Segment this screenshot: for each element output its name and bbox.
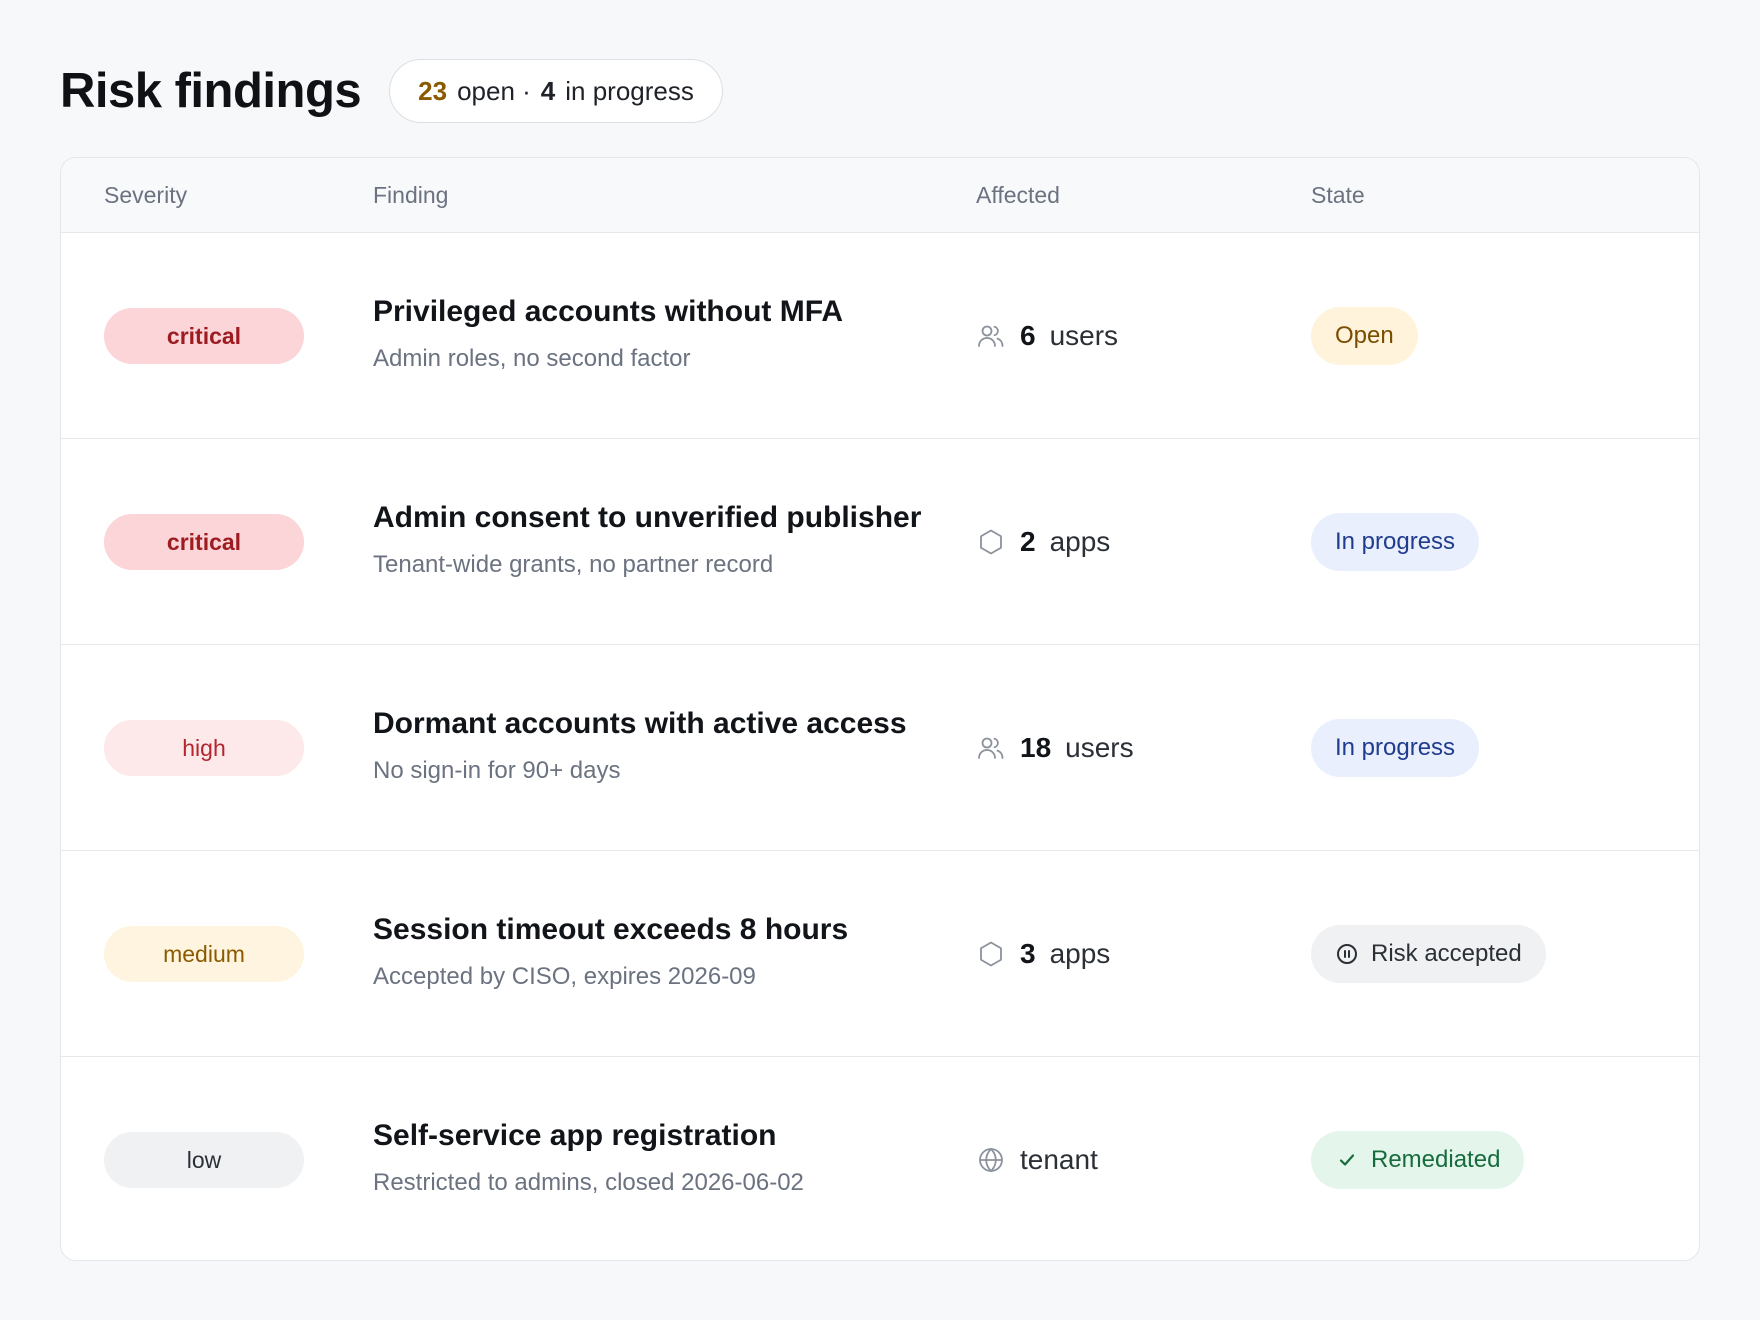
finding-title[interactable]: Session timeout exceeds 8 hours [373, 913, 933, 947]
state-label: Open [1335, 322, 1394, 349]
state-label: Remediated [1371, 1146, 1501, 1173]
severity-badge: low [104, 1132, 304, 1188]
affected-count: 18 [1020, 732, 1052, 763]
table-row[interactable]: high Dormant accounts with active access… [61, 645, 1699, 851]
severity-badge: critical [104, 308, 304, 364]
pause-circle-icon [1335, 942, 1359, 966]
finding-title[interactable]: Privileged accounts without MFA [373, 295, 933, 329]
globe-icon [976, 1145, 1006, 1175]
severity-badge: critical [104, 514, 304, 570]
page-title: Risk findings [60, 64, 362, 118]
state-badge[interactable]: Open [1311, 307, 1418, 365]
column-header-affected[interactable]: Affected [976, 158, 1060, 232]
finding-description: Accepted by CISO, expires 2026-09 [373, 963, 756, 990]
affected-count: 6 [1020, 320, 1036, 351]
in-progress-label: in progress [565, 75, 694, 106]
state-badge[interactable]: Risk accepted [1311, 925, 1546, 983]
app-hexagon-icon [976, 527, 1006, 557]
open-label: open · [457, 75, 531, 106]
affected-count: 3 [1020, 938, 1036, 969]
severity-badge: high [104, 720, 304, 776]
state-badge[interactable]: In progress [1311, 513, 1480, 571]
findings-table: Severity Finding Affected State critical… [60, 157, 1700, 1261]
findings-summary-badge: 23 open · 4 in progress [389, 59, 723, 123]
affected-cell: 3 apps [976, 931, 1110, 977]
open-count: 23 [418, 75, 448, 106]
finding-title[interactable]: Admin consent to unverified publisher [373, 501, 933, 535]
check-icon [1335, 1148, 1359, 1172]
affected-count: 2 [1020, 526, 1036, 557]
table-row[interactable]: medium Session timeout exceeds 8 hours A… [61, 851, 1699, 1057]
state-label: In progress [1335, 528, 1456, 555]
affected-cell: 6 users [976, 313, 1118, 359]
affected-unit: users [1049, 320, 1119, 351]
app-hexagon-icon [976, 939, 1006, 969]
table-row[interactable]: critical Admin consent to unverified pub… [61, 439, 1699, 645]
column-header-severity[interactable]: Severity [104, 158, 187, 232]
finding-title[interactable]: Self-service app registration [373, 1119, 933, 1153]
state-label: In progress [1335, 734, 1456, 761]
finding-description: Restricted to admins, closed 2026-06-02 [373, 1169, 804, 1196]
state-label: Risk accepted [1371, 940, 1522, 967]
finding-description: Admin roles, no second factor [373, 345, 691, 372]
table-row[interactable]: low Self-service app registration Restri… [61, 1057, 1699, 1260]
affected-cell: tenant [976, 1137, 1098, 1183]
state-badge[interactable]: In progress [1311, 719, 1480, 777]
page-header: Risk findings 23 open · 4 in progress [60, 58, 723, 124]
table-header: Severity Finding Affected State [61, 158, 1699, 233]
column-header-state[interactable]: State [1311, 158, 1365, 232]
affected-cell: 18 users [976, 725, 1134, 771]
state-badge[interactable]: Remediated [1311, 1131, 1525, 1189]
severity-badge: medium [104, 926, 304, 982]
table-row[interactable]: critical Privileged accounts without MFA… [61, 233, 1699, 439]
column-header-finding[interactable]: Finding [373, 158, 448, 232]
in-progress-count: 4 [540, 75, 556, 106]
users-icon [976, 321, 1006, 351]
finding-title[interactable]: Dormant accounts with active access [373, 707, 933, 741]
affected-unit: tenant [1020, 1144, 1098, 1175]
finding-description: Tenant-wide grants, no partner record [373, 551, 774, 578]
affected-unit: apps [1049, 526, 1111, 557]
finding-description: No sign-in for 90+ days [373, 757, 621, 784]
affected-cell: 2 apps [976, 519, 1110, 565]
affected-unit: apps [1049, 938, 1111, 969]
affected-unit: users [1065, 732, 1134, 763]
users-icon [976, 733, 1006, 763]
